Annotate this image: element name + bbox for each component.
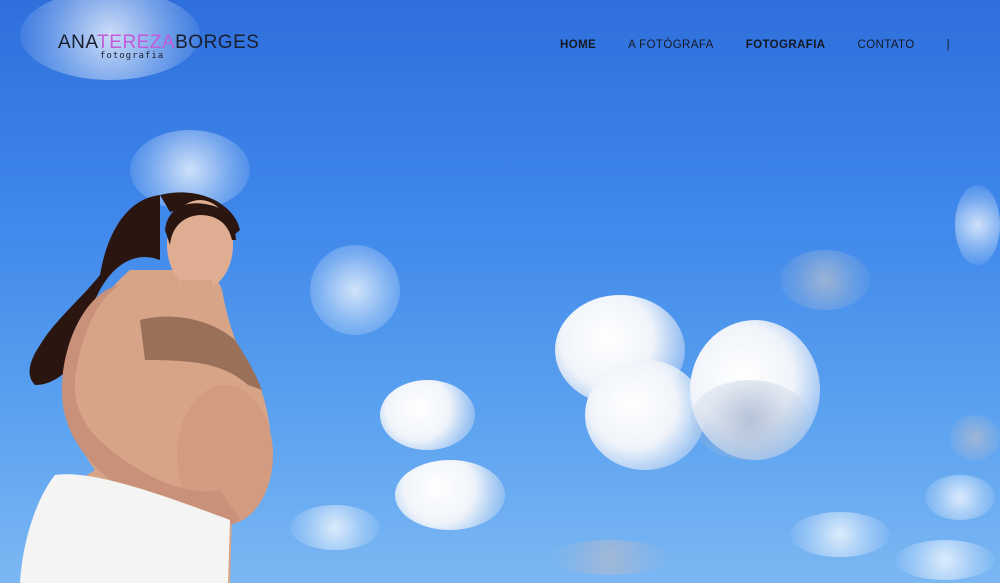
main-nav: HOME A FOTÓGRAFA FOTOGRAFIA CONTATO |: [528, 39, 950, 51]
site-logo[interactable]: ANATEREZABORGES fotografia: [58, 33, 259, 61]
nav-separator: |: [946, 39, 950, 51]
logo-part-tereza: TEREZA: [97, 32, 176, 53]
site-header: ANATEREZABORGES fotografia HOME A FOTÓGR…: [0, 0, 1000, 80]
nav-item-contato[interactable]: CONTATO: [858, 39, 915, 51]
logo-part-borges: BORGES: [175, 32, 260, 53]
neck-shape: [182, 280, 212, 305]
logo-part-ana: ANA: [58, 32, 98, 53]
hero-woman-illustration: [20, 192, 273, 583]
logo-wordmark: ANATEREZABORGES: [58, 33, 259, 52]
logo-subtitle: fotografia: [100, 51, 165, 61]
nav-item-home[interactable]: HOME: [560, 39, 596, 51]
nav-item-a-fotografa[interactable]: A FOTÓGRAFA: [628, 39, 714, 51]
nav-item-fotografia[interactable]: FOTOGRAFIA: [746, 39, 826, 51]
